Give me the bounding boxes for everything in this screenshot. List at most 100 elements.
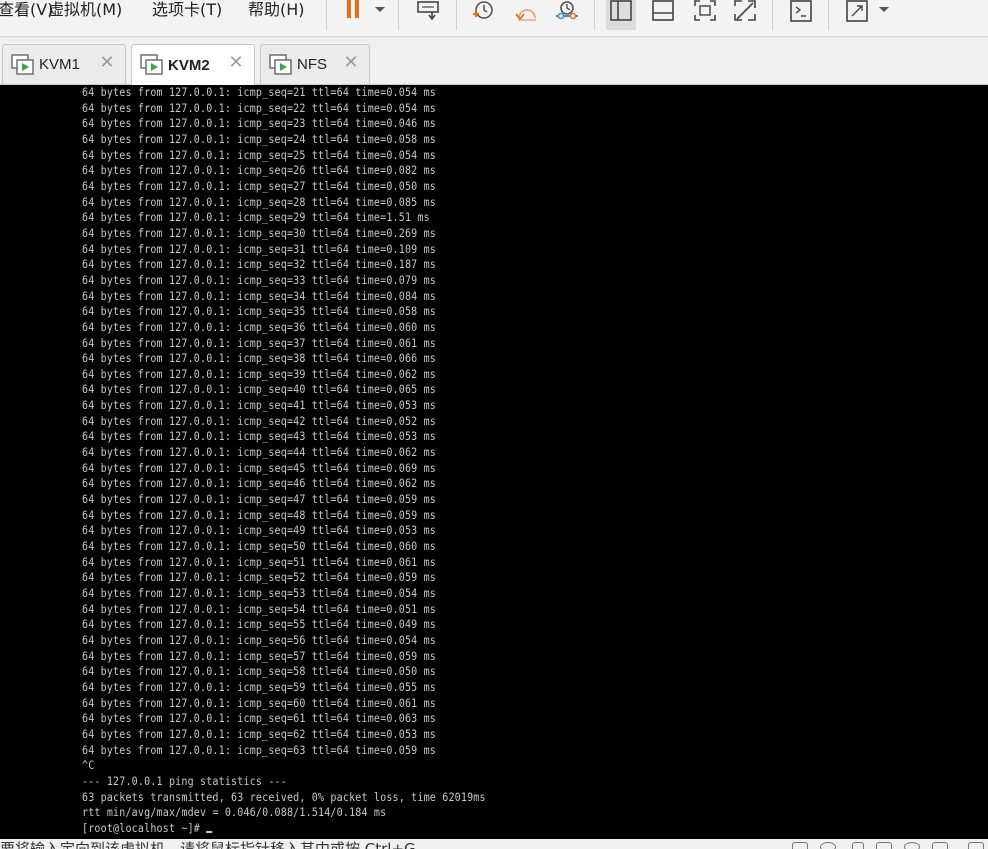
terminal-line: 64 bytes from 127.0.0.1: icmp_seq=27 ttl… xyxy=(82,178,437,193)
terminal-line: 64 bytes from 127.0.0.1: icmp_seq=33 ttl… xyxy=(82,272,437,287)
terminal-line: 64 bytes from 127.0.0.1: icmp_seq=47 ttl… xyxy=(82,492,437,507)
terminal-line: 64 bytes from 127.0.0.1: icmp_seq=56 ttl… xyxy=(82,632,437,647)
terminal-line: 64 bytes from 127.0.0.1: icmp_seq=38 ttl… xyxy=(82,351,437,366)
text-cursor xyxy=(206,830,213,833)
send-keys-button[interactable] xyxy=(414,0,444,24)
stretch-dropdown-arrow[interactable] xyxy=(879,7,889,12)
usb-icon[interactable] xyxy=(852,842,864,849)
menu-tabs[interactable]: 选项卡(T) xyxy=(152,0,222,24)
vm-icon xyxy=(11,53,34,75)
tab-label: NFS xyxy=(297,56,327,73)
unity-button[interactable] xyxy=(730,0,760,24)
terminal-line: 64 bytes from 127.0.0.1: icmp_seq=49 ttl… xyxy=(82,523,437,538)
terminal-line: 64 bytes from 127.0.0.1: icmp_seq=59 ttl… xyxy=(82,679,437,694)
terminal-line: 64 bytes from 127.0.0.1: icmp_seq=41 ttl… xyxy=(82,398,437,413)
terminal-line: 64 bytes from 127.0.0.1: icmp_seq=55 ttl… xyxy=(82,617,437,632)
tab-label: KVM2 xyxy=(168,56,210,74)
prompt-text: [root@localhost ~]# xyxy=(82,820,207,835)
pause-button[interactable] xyxy=(338,0,368,24)
terminal-line: 64 bytes from 127.0.0.1: icmp_seq=43 ttl… xyxy=(82,429,437,444)
terminal-line: 64 bytes from 127.0.0.1: icmp_seq=61 ttl… xyxy=(82,711,437,726)
status-bar: 要将输入定向到该虚拟机，请将鼠标指针移入其中或按 Ctrl+G。 xyxy=(0,839,988,849)
fullscreen-button[interactable] xyxy=(690,0,720,24)
terminal-line: 64 bytes from 127.0.0.1: icmp_seq=23 ttl… xyxy=(82,116,437,131)
pause-icon xyxy=(347,0,359,18)
terminal-line: 64 bytes from 127.0.0.1: icmp_seq=21 ttl… xyxy=(82,85,437,99)
vm-console-screen[interactable]: 64 bytes from 127.0.0.1: icmp_seq=21 ttl… xyxy=(0,85,988,839)
terminal-line: 64 bytes from 127.0.0.1: icmp_seq=63 ttl… xyxy=(82,742,437,757)
terminal-output: 64 bytes from 127.0.0.1: icmp_seq=21 ttl… xyxy=(82,85,486,837)
terminal-line: 64 bytes from 127.0.0.1: icmp_seq=22 ttl… xyxy=(82,100,437,115)
take-snapshot-button[interactable] xyxy=(468,0,498,24)
terminal-line: 64 bytes from 127.0.0.1: icmp_seq=46 ttl… xyxy=(82,476,437,491)
terminal-line: 64 bytes from 127.0.0.1: icmp_seq=26 ttl… xyxy=(82,163,437,178)
network-icon[interactable] xyxy=(876,842,892,849)
menu-toolbar: 查看(V) 虚拟机(M) 选项卡(T) 帮助(H) xyxy=(0,0,988,37)
snapshot-take-icon xyxy=(473,1,493,19)
close-icon[interactable]: ✕ xyxy=(99,54,115,72)
snapshot-revert-icon xyxy=(515,9,536,21)
cd-rom-icon[interactable] xyxy=(820,842,836,849)
tab-nfs[interactable]: NFS ✕ xyxy=(260,44,370,84)
terminal-line: 64 bytes from 127.0.0.1: icmp_seq=44 ttl… xyxy=(82,445,437,460)
terminal-line: 64 bytes from 127.0.0.1: icmp_seq=36 ttl… xyxy=(82,319,437,334)
terminal-line: 64 bytes from 127.0.0.1: icmp_seq=48 ttl… xyxy=(82,507,437,522)
terminal-line: 64 bytes from 127.0.0.1: icmp_seq=54 ttl… xyxy=(82,601,437,616)
menu-vm[interactable]: 虚拟机(M) xyxy=(48,0,122,24)
pause-dropdown-arrow[interactable] xyxy=(375,7,385,12)
terminal-line: 64 bytes from 127.0.0.1: icmp_seq=39 ttl… xyxy=(82,366,437,381)
terminal-line: 64 bytes from 127.0.0.1: icmp_seq=31 ttl… xyxy=(82,241,437,256)
close-icon[interactable]: ✕ xyxy=(343,54,359,72)
console-button[interactable] xyxy=(786,0,816,24)
terminal-line: 64 bytes from 127.0.0.1: icmp_seq=58 ttl… xyxy=(82,664,437,679)
terminal-line: 64 bytes from 127.0.0.1: icmp_seq=28 ttl… xyxy=(82,194,437,209)
terminal-line: 64 bytes from 127.0.0.1: icmp_seq=37 ttl… xyxy=(82,335,437,350)
close-icon[interactable]: ✕ xyxy=(228,54,244,72)
hard-disk-icon[interactable] xyxy=(792,842,808,849)
toolbar-separator xyxy=(456,0,457,30)
view-thumbnail-button[interactable] xyxy=(648,0,678,24)
status-message: 要将输入定向到该虚拟机，请将鼠标指针移入其中或按 Ctrl+G。 xyxy=(0,840,431,849)
terminal-line: 64 bytes from 127.0.0.1: icmp_seq=29 ttl… xyxy=(82,210,430,225)
vm-icon xyxy=(269,53,292,75)
terminal-line: 64 bytes from 127.0.0.1: icmp_seq=30 ttl… xyxy=(82,225,437,240)
terminal-line: 64 bytes from 127.0.0.1: icmp_seq=35 ttl… xyxy=(82,304,437,319)
terminal-line: 64 bytes from 127.0.0.1: icmp_seq=62 ttl… xyxy=(82,726,437,741)
terminal-line: 64 bytes from 127.0.0.1: icmp_seq=57 ttl… xyxy=(82,648,437,663)
terminal-line: 64 bytes from 127.0.0.1: icmp_seq=51 ttl… xyxy=(82,554,437,569)
menu-help[interactable]: 帮助(H) xyxy=(248,0,305,24)
terminal-line: 64 bytes from 127.0.0.1: icmp_seq=45 ttl… xyxy=(82,460,437,475)
terminal-line: --- 127.0.0.1 ping statistics --- xyxy=(82,773,287,788)
message-icon[interactable] xyxy=(968,842,984,849)
terminal-line: 64 bytes from 127.0.0.1: icmp_seq=32 ttl… xyxy=(82,257,437,272)
tab-kvm2[interactable]: KVM2 ✕ xyxy=(131,44,255,85)
view-thumbnail-icon xyxy=(652,0,674,21)
tab-kvm1[interactable]: KVM1 ✕ xyxy=(2,44,126,84)
terminal-line: ^C xyxy=(82,758,95,773)
snapshot-manager-button[interactable] xyxy=(552,0,582,24)
sound-icon[interactable] xyxy=(904,842,920,849)
terminal-line: 63 packets transmitted, 63 received, 0% … xyxy=(82,789,486,804)
console-icon xyxy=(790,0,812,22)
toolbar-separator xyxy=(828,0,829,30)
stretch-button[interactable] xyxy=(842,0,872,24)
vm-icon xyxy=(140,54,163,75)
terminal-prompt: [root@localhost ~]# xyxy=(82,821,486,837)
terminal-line: 64 bytes from 127.0.0.1: icmp_seq=34 ttl… xyxy=(82,288,437,303)
revert-snapshot-button[interactable] xyxy=(512,0,542,24)
terminal-line: rtt min/avg/max/mdev = 0.046/0.088/1.514… xyxy=(82,805,387,820)
toolbar-separator xyxy=(772,0,773,30)
toolbar-separator xyxy=(398,0,399,30)
unity-icon xyxy=(734,0,756,21)
menu-view[interactable]: 查看(V) xyxy=(0,0,53,24)
terminal-line: 64 bytes from 127.0.0.1: icmp_seq=42 ttl… xyxy=(82,413,437,428)
display-icon[interactable] xyxy=(932,842,948,849)
terminal-line: 64 bytes from 127.0.0.1: icmp_seq=24 ttl… xyxy=(82,131,437,146)
view-sidebar-icon xyxy=(610,0,632,21)
view-library-button[interactable] xyxy=(606,0,636,30)
send-keys-icon xyxy=(417,1,439,21)
fullscreen-icon xyxy=(694,0,716,21)
terminal-line: 64 bytes from 127.0.0.1: icmp_seq=60 ttl… xyxy=(82,695,437,710)
terminal-line: 64 bytes from 127.0.0.1: icmp_seq=50 ttl… xyxy=(82,539,437,554)
vm-tab-strip: KVM1 ✕ KVM2 ✕ NFS ✕ xyxy=(0,37,988,85)
